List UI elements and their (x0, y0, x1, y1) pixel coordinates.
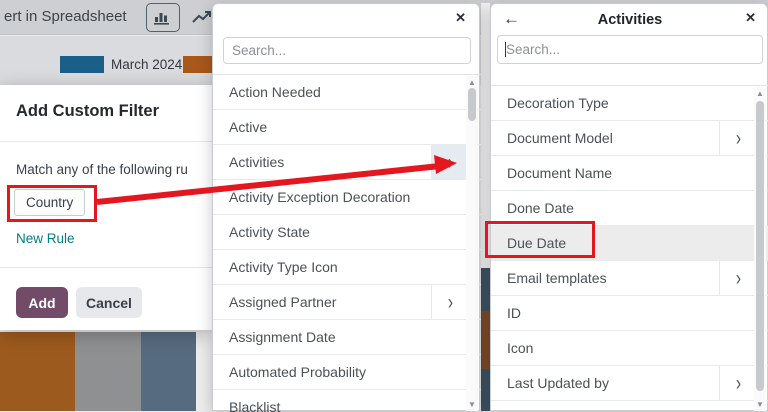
list-item[interactable]: Active (213, 110, 481, 145)
list-item-label: Decoration Type (507, 95, 609, 111)
list-item[interactable]: Blacklist (213, 390, 481, 412)
list-item-due-date[interactable]: Due Date (491, 226, 768, 261)
add-custom-filter-dialog: Add Custom Filter Match any of the follo… (0, 85, 212, 330)
chevron-right-icon: › (736, 268, 741, 289)
new-rule-link[interactable]: New Rule (16, 231, 75, 246)
list-item-label: Activity Type Icon (229, 259, 338, 275)
dialog-title: Add Custom Filter (16, 102, 159, 121)
scrollbar[interactable]: ▲ ▼ (466, 76, 478, 411)
list-item-label: Automated Probability (229, 364, 366, 380)
field-select-dropdown: ✕ Action Needed Active Activities › Acti… (212, 3, 480, 411)
list-item[interactable]: Assigned Partner › (213, 285, 481, 320)
list-item[interactable]: Automated Probability (213, 355, 481, 390)
list-item[interactable]: ID (491, 296, 768, 331)
activities-field-list: Decoration Type Document Model › Documen… (491, 85, 768, 412)
list-item-label: Action Needed (229, 84, 321, 100)
legend-swatch-blue (60, 56, 104, 73)
close-icon[interactable]: ✕ (455, 10, 466, 26)
list-item[interactable]: Activity State (213, 215, 481, 250)
list-item-activities[interactable]: Activities › (213, 145, 481, 180)
activities-subpanel: ← Activities ✕ Decoration Type Document … (490, 3, 768, 411)
list-item-label: Last Updated by (507, 375, 609, 391)
legend-label: March 2024 (111, 57, 182, 72)
list-item-label: ID (507, 305, 521, 321)
list-item-label: Email templates (507, 270, 607, 286)
chevron-right-icon: › (448, 292, 453, 313)
list-item[interactable]: Email templates › (491, 261, 768, 296)
scrollbar-thumb[interactable] (468, 88, 476, 121)
gap-bar-teal2 (481, 369, 490, 411)
list-item-label: Activity Exception Decoration (229, 189, 410, 205)
list-item[interactable]: Document Name (491, 156, 768, 191)
list-item-label: Assigned Partner (229, 294, 336, 310)
list-item[interactable]: Document Model › (491, 121, 768, 156)
scroll-up-icon[interactable]: ▲ (466, 78, 478, 87)
text-cursor (505, 42, 506, 57)
list-item-label: Document Name (507, 165, 612, 181)
list-item[interactable]: Decoration Type (491, 86, 768, 121)
field-list: Action Needed Active Activities › Activi… (213, 74, 481, 412)
scrollbar[interactable]: ▲ ▼ (754, 87, 766, 411)
list-item-label: Done Date (507, 200, 574, 216)
chevron-right-icon: › (736, 128, 741, 149)
list-item[interactable]: Activity Exception Decoration (213, 180, 481, 215)
panel-gap-background (481, 3, 490, 411)
divider (0, 141, 212, 142)
list-item-label: Active (229, 119, 267, 135)
chevron-right-icon: › (736, 373, 741, 394)
close-icon[interactable]: ✕ (745, 10, 756, 26)
list-item-label: Document Model (507, 130, 613, 146)
list-item-label: Icon (507, 340, 533, 356)
scroll-down-icon[interactable]: ▼ (754, 400, 766, 409)
bar-chart-icon (154, 10, 172, 25)
list-item-label: Assignment Date (229, 329, 336, 345)
scroll-down-icon[interactable]: ▼ (466, 400, 478, 409)
divider (0, 267, 212, 268)
scrollbar-thumb[interactable] (756, 101, 764, 391)
list-item-label: Blacklist (229, 399, 280, 412)
gap-bar-brown (481, 311, 490, 369)
list-item-label: Activity State (229, 224, 310, 240)
list-item[interactable]: Activity Type Icon (213, 250, 481, 285)
chart-bar-gray (75, 332, 141, 411)
list-item-label: Due Date (507, 235, 566, 251)
match-rules-text: Match any of the following ru (16, 162, 212, 177)
activities-search-input[interactable] (497, 35, 763, 64)
list-item[interactable]: Icon (491, 331, 768, 366)
chevron-right-icon: › (447, 152, 452, 173)
bar-chart-view-button[interactable] (146, 3, 180, 32)
scroll-up-icon[interactable]: ▲ (754, 89, 766, 98)
list-item[interactable]: Last Updated by › (491, 366, 768, 401)
insert-in-spreadsheet-button[interactable]: ert in Spreadsheet (4, 8, 127, 25)
list-item[interactable]: Action Needed (213, 75, 481, 110)
subpanel-title: Activities (491, 12, 768, 28)
list-item[interactable]: Done Date (491, 191, 768, 226)
gap-bar-teal (481, 268, 490, 311)
chart-bar-orange (0, 332, 75, 411)
list-item-label: Activities (229, 154, 284, 170)
field-search-input[interactable] (223, 37, 471, 64)
chart-bar-slate (141, 332, 196, 411)
line-chart-icon (192, 10, 212, 25)
cancel-button[interactable]: Cancel (76, 287, 142, 318)
add-button[interactable]: Add (16, 287, 68, 318)
country-field-chip[interactable]: Country (14, 189, 85, 216)
list-item[interactable]: Assignment Date (213, 320, 481, 355)
